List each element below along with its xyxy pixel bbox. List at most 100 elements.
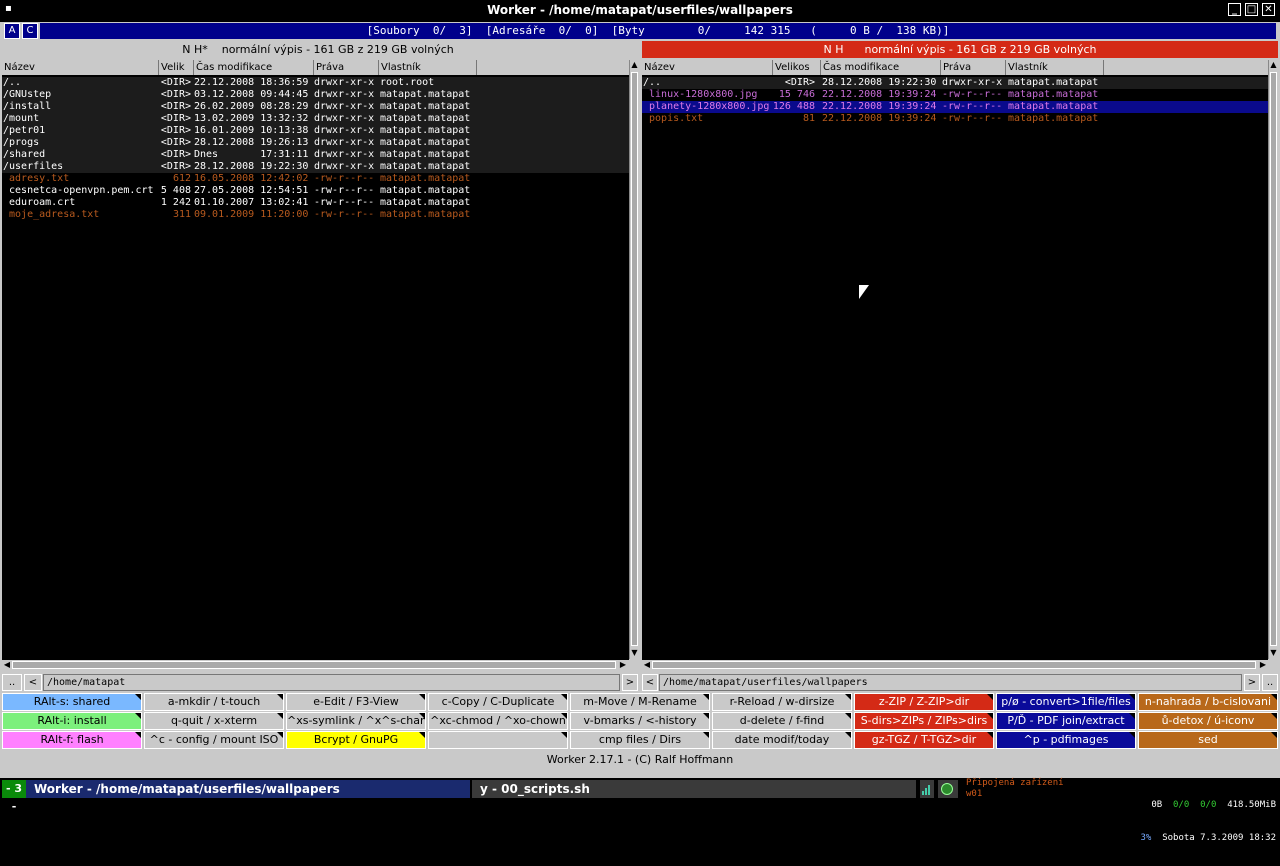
column-perm[interactable]: Práva: [941, 60, 1006, 75]
action-button[interactable]: c-Copy / C-Duplicate: [428, 693, 568, 711]
action-button[interactable]: e-Edit / F3-View: [286, 693, 426, 711]
column-owner[interactable]: Vlastník: [1006, 60, 1104, 75]
scroll-thumb[interactable]: [1270, 72, 1277, 646]
close-icon[interactable]: ✕: [1262, 3, 1275, 16]
file-name: /progs: [3, 137, 40, 148]
file-row[interactable]: eduroam.crt 1 242 01.10.2007 13:02:41 -rw-r…: [2, 197, 629, 209]
scroll-left-icon[interactable]: ◀: [642, 660, 652, 670]
scroll-up-icon[interactable]: ▲: [1269, 60, 1278, 70]
file-row[interactable]: /mount <DIR> 13.02.2009 13:32:32 drwxr-xr-x…: [2, 113, 629, 125]
action-button[interactable]: RAlt-s: shared: [2, 693, 142, 711]
action-button[interactable]: sed: [1138, 731, 1278, 749]
file-row[interactable]: /GNUstep <DIR> 03.12.2008 09:44:45 drwxr-xr…: [2, 89, 629, 101]
right-path-input[interactable]: /home/matapat/userfiles/wallpapers: [659, 674, 1242, 691]
column-size[interactable]: Velik: [159, 60, 194, 75]
file-row[interactable]: /install <DIR> 26.02.2009 08:28:29 drwxr-xr…: [2, 101, 629, 113]
action-button[interactable]: n-nahrada / b-cislovani: [1138, 693, 1278, 711]
column-perm[interactable]: Práva: [314, 60, 379, 75]
action-button[interactable]: [428, 731, 568, 749]
action-button[interactable]: gz-TGZ / T-TGZ>dir: [854, 731, 994, 749]
action-button[interactable]: S-dirs>ZIPs / ZIPs>dirs: [854, 712, 994, 730]
left-panel-header[interactable]: N H* normální výpis - 161 GB z 219 GB vo…: [2, 41, 634, 58]
file-row[interactable]: /.. <DIR> 22.12.2008 18:36:59 drwxr-xr-x roo…: [2, 77, 629, 89]
left-vscroll[interactable]: ▲ ▼: [629, 60, 639, 659]
file-row[interactable]: /petr01 <DIR> 16.01.2009 10:13:38 drwxr-xr-…: [2, 125, 629, 137]
scroll-left-icon[interactable]: ◀: [2, 660, 12, 670]
right-hscroll[interactable]: ◀ ▶: [642, 660, 1268, 670]
history-forward-button[interactable]: >: [1244, 674, 1260, 691]
devices-label: Připojená zařízení: [966, 778, 1064, 788]
history-forward-button[interactable]: >: [622, 674, 638, 691]
action-button[interactable]: Bcrypt / GnuPG: [286, 731, 426, 749]
action-button[interactable]: RAlt-i: install: [2, 712, 142, 730]
file-row[interactable]: popis.txt 81 22.12.2008 19:39:24 -rw-r--r--…: [642, 113, 1268, 125]
scroll-thumb[interactable]: [652, 661, 1256, 669]
parent-dir-button[interactable]: ..: [1262, 674, 1278, 691]
button-a[interactable]: A: [4, 23, 20, 39]
scroll-right-icon[interactable]: ▶: [1258, 660, 1268, 670]
action-button[interactable]: q-quit / x-xterm: [144, 712, 284, 730]
minimize-icon[interactable]: _: [1228, 3, 1241, 16]
file-row[interactable]: cesnetca-openvpn.pem.crt 5 408 27.05.2008 …: [2, 185, 629, 197]
column-time[interactable]: Čas modifikace: [821, 60, 941, 75]
action-button[interactable]: ^xc-chmod / ^xo-chown: [428, 712, 568, 730]
file-row[interactable]: adresy.txt 612 16.05.2008 12:42:02 -rw-r--r…: [2, 173, 629, 185]
column-name[interactable]: Název: [642, 60, 773, 75]
right-panel-header[interactable]: N H normální výpis - 161 GB z 219 GB vol…: [642, 41, 1278, 58]
file-row[interactable]: /progs <DIR> 28.12.2008 19:26:13 drwxr-xr-x…: [2, 137, 629, 149]
right-vscroll[interactable]: ▲ ▼: [1268, 60, 1278, 659]
taskbar: - 3 - Worker - /home/matapat/userfiles/w…: [0, 778, 1280, 843]
scroll-down-icon[interactable]: ▼: [630, 648, 639, 658]
action-button[interactable]: ^c - config / mount ISO: [144, 731, 284, 749]
file-name: /..: [3, 77, 22, 88]
file-row[interactable]: /shared <DIR> Dnes 17:31:11 drwxr-xr-x matap…: [2, 149, 629, 161]
action-button[interactable]: v-bmarks / <-history: [570, 712, 710, 730]
button-bank: RAlt-s: shared a-mkdir / t-touch e-Edit / …: [0, 693, 1280, 750]
action-button[interactable]: m-Move / M-Rename: [570, 693, 710, 711]
desktop-switcher[interactable]: - 3 -: [2, 780, 26, 813]
task-scripts[interactable]: y - 00_scripts.sh: [472, 780, 916, 798]
action-button[interactable]: cmp files / Dirs: [570, 731, 710, 749]
file-name: /shared: [3, 149, 46, 160]
scroll-down-icon[interactable]: ▼: [1269, 648, 1278, 658]
left-hscroll[interactable]: ◀ ▶: [2, 660, 628, 670]
file-row[interactable]: planety-1280x800.jpg 126 488 22.12.2008 19…: [642, 101, 1268, 113]
file-row[interactable]: linux-1280x800.jpg 15 746 22.12.2008 19:39…: [642, 89, 1268, 101]
clock[interactable]: Sobota 7.3.2009 18:32: [1162, 833, 1276, 843]
column-name[interactable]: Název: [2, 60, 159, 75]
action-button[interactable]: date modif/today: [712, 731, 852, 749]
history-back-button[interactable]: <: [642, 674, 658, 691]
action-button[interactable]: ů-detox / ú-iconv: [1138, 712, 1278, 730]
column-time[interactable]: Čas modifikace: [194, 60, 314, 75]
action-button[interactable]: ^p - pdfimages: [996, 731, 1136, 749]
column-size[interactable]: Velikos: [773, 60, 821, 75]
scroll-up-icon[interactable]: ▲: [630, 60, 639, 70]
scroll-right-icon[interactable]: ▶: [618, 660, 628, 670]
action-button[interactable]: RAlt-f: flash: [2, 731, 142, 749]
file-row[interactable]: /userfiles <DIR> 28.12.2008 19:22:30 drwxr-…: [2, 161, 629, 173]
file-row[interactable]: moje_adresa.txt 311 09.01.2009 11:20:00 -rw…: [2, 209, 629, 221]
file-owner: matapat.matapat: [380, 113, 471, 124]
action-button[interactable]: d-delete / f-find: [712, 712, 852, 730]
history-back-button[interactable]: <: [24, 674, 42, 691]
column-owner[interactable]: Vlastník: [379, 60, 477, 75]
maximize-icon[interactable]: □: [1245, 3, 1258, 16]
task-worker[interactable]: Worker - /home/matapat/userfiles/wallpap…: [26, 780, 470, 798]
action-button[interactable]: a-mkdir / t-touch: [144, 693, 284, 711]
action-button[interactable]: p/ø - convert>1file/files: [996, 693, 1136, 711]
parent-dir-button[interactable]: ..: [2, 674, 22, 691]
file-row[interactable]: /.. <DIR> 28.12.2008 19:22:30 drwxr-xr-x mat…: [642, 77, 1268, 89]
button-c[interactable]: C: [22, 23, 38, 39]
action-button[interactable]: z-ZIP / Z-ZIP>dir: [854, 693, 994, 711]
device-item[interactable]: w01: [966, 789, 1096, 800]
scroll-thumb[interactable]: [12, 661, 616, 669]
action-button[interactable]: P/Ď - PDF join/extract: [996, 712, 1136, 730]
file-name: /petr01: [3, 125, 46, 136]
action-button[interactable]: ^xs-symlink / ^x^s-chang: [286, 712, 426, 730]
action-button[interactable]: r-Reload / w-dirsize: [712, 693, 852, 711]
mounted-devices[interactable]: Připojená zařízení w01: [966, 778, 1096, 800]
scroll-thumb[interactable]: [631, 72, 638, 646]
right-path-row: < /home/matapat/userfiles/wallpapers > .…: [642, 674, 1278, 691]
left-path-input[interactable]: /home/matapat: [43, 674, 620, 691]
network-icon[interactable]: [938, 780, 958, 798]
